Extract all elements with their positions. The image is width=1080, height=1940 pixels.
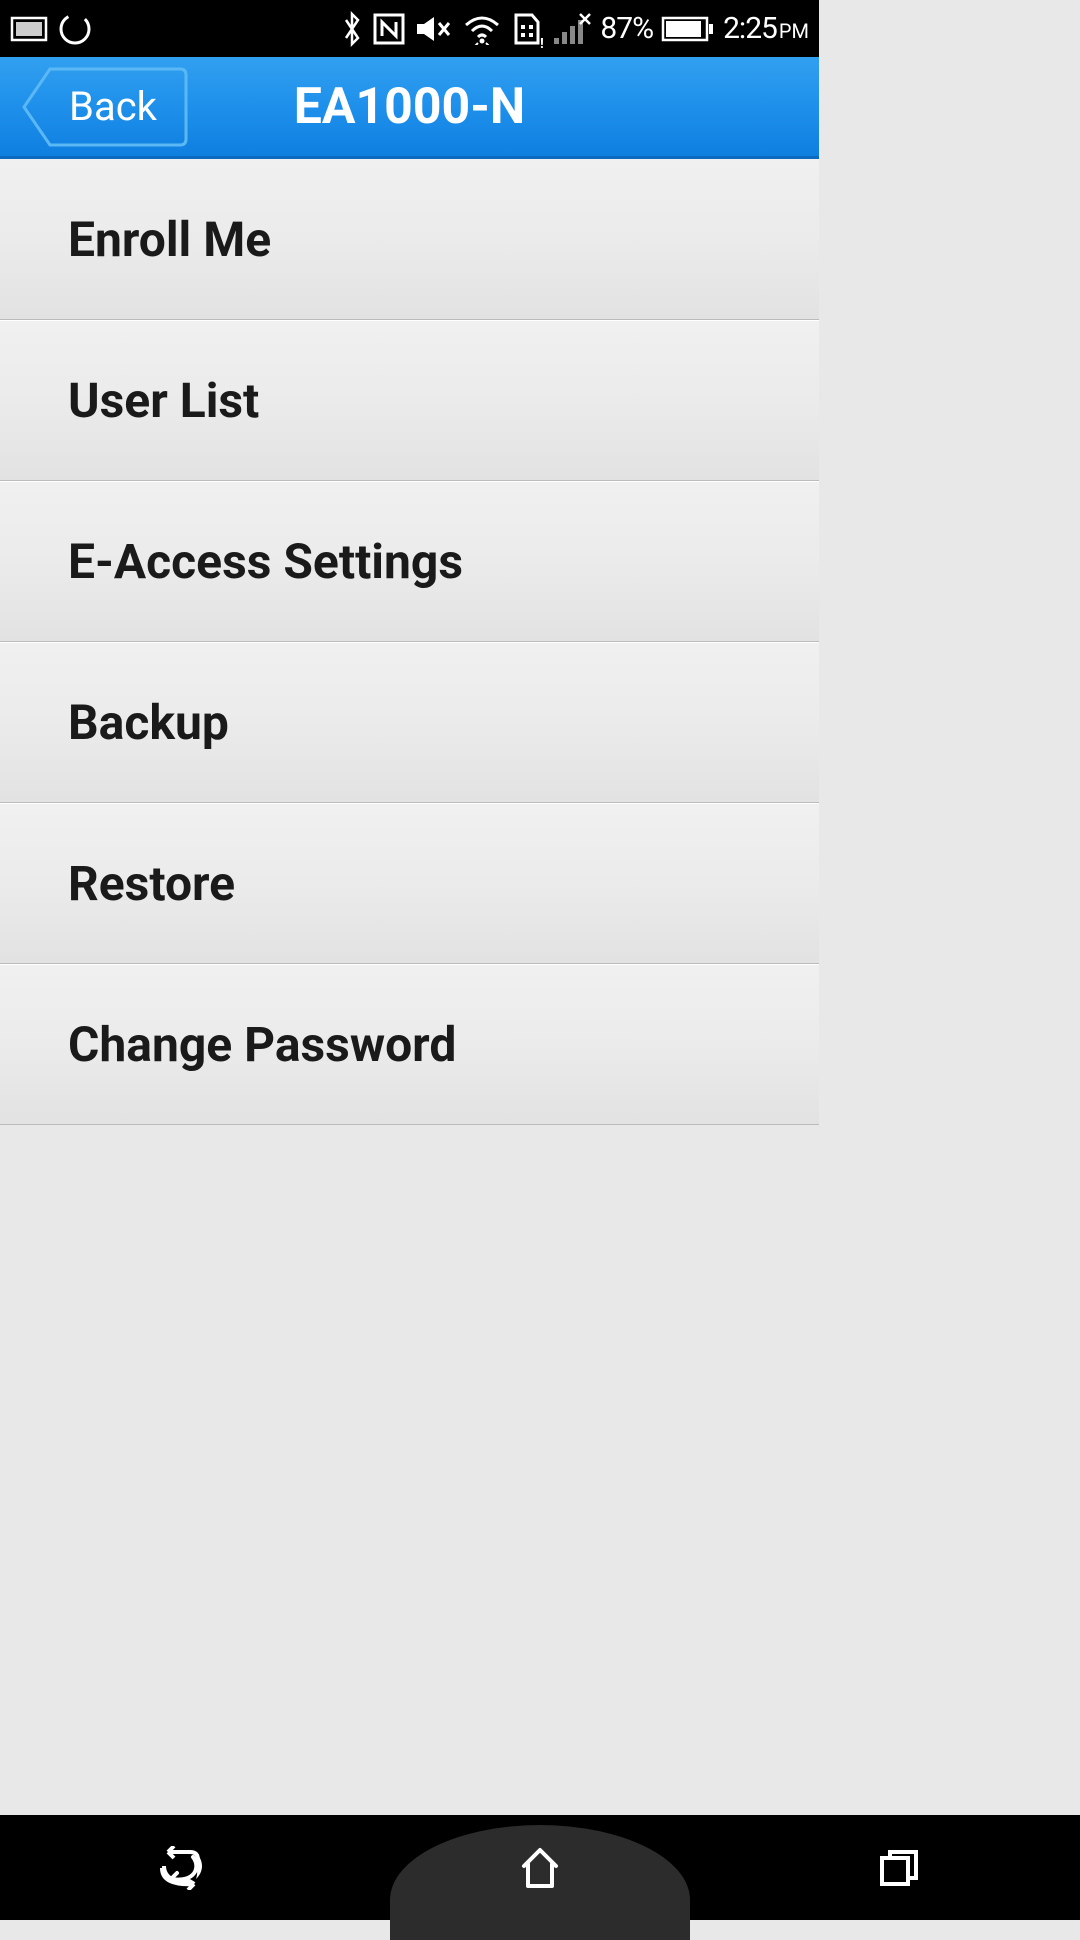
menu-item-label: E-Access Settings (68, 533, 463, 590)
nfc-icon (372, 12, 406, 46)
menu-item-label: Enroll Me (68, 211, 271, 268)
signal-icon (552, 12, 592, 46)
back-curved-arrow-icon (157, 1849, 203, 1887)
navigation-bar (0, 1815, 1080, 1920)
menu-item-backup[interactable]: Backup (0, 642, 819, 803)
menu-item-label: User List (68, 372, 259, 429)
menu-item-user-list[interactable]: User List (0, 320, 819, 481)
back-button[interactable]: Back (20, 65, 188, 149)
menu-item-label: Restore (68, 855, 235, 912)
menu-item-change-password[interactable]: Change Password (0, 964, 819, 1125)
status-time: 2:25PM (723, 11, 809, 46)
menu-item-e-access-settings[interactable]: E-Access Settings (0, 481, 819, 642)
recent-apps-icon (878, 1848, 922, 1888)
home-icon (516, 1846, 564, 1890)
app-header: Back EA1000-N (0, 57, 819, 159)
time-value: 2:25 (723, 11, 777, 46)
time-ampm: PM (779, 19, 809, 43)
bluetooth-icon (340, 10, 364, 48)
status-right-icons: ! 87% 2:25PM (340, 10, 809, 48)
nav-back-button[interactable] (150, 1838, 210, 1898)
menu-item-restore[interactable]: Restore (0, 803, 819, 964)
sync-icon (58, 12, 92, 46)
battery-icon (661, 15, 715, 43)
svg-text:!: ! (540, 36, 544, 48)
menu-list: Enroll Me User List E-Access Settings Ba… (0, 159, 819, 1125)
nav-home-button[interactable] (510, 1838, 570, 1898)
menu-item-label: Backup (68, 694, 229, 751)
battery-percent: 87% (600, 11, 653, 46)
status-left-icons (10, 12, 92, 46)
nav-recent-button[interactable] (870, 1838, 930, 1898)
status-bar: ! 87% 2:25PM (0, 0, 819, 57)
menu-item-enroll-me[interactable]: Enroll Me (0, 159, 819, 320)
menu-item-label: Change Password (68, 1016, 456, 1073)
notification-icon (10, 14, 48, 44)
sim-icon: ! (510, 10, 544, 48)
back-button-label: Back (69, 83, 157, 130)
wifi-icon (462, 13, 502, 45)
volume-mute-icon (414, 14, 454, 44)
